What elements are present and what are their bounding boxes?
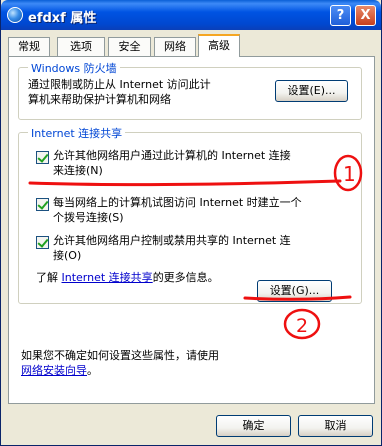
firewall-description-line1: 通过限制或防止从 Internet 访问此计 <box>28 78 211 91</box>
allow-sharing-label-line1: 允许其他网络用户通过此计算机的 Internet 连接 <box>53 149 291 162</box>
tab-networking[interactable]: 网络 <box>154 37 196 56</box>
ics-settings-button[interactable]: 设置(G)... <box>257 280 332 302</box>
allow-control-label-line2: 接(O) <box>53 249 82 262</box>
tab-advanced[interactable]: 高级 <box>198 34 240 57</box>
firewall-description-line2: 算机来帮助保护计算机和网络 <box>28 93 171 106</box>
help-button[interactable]: ? <box>330 5 351 26</box>
firewall-settings-button[interactable]: 设置(E)... <box>275 80 348 102</box>
dial-on-demand-label-line2: 个拨号连接(S) <box>53 211 124 224</box>
ics-group: Internet 连接共享 允许其他网络用户通过此计算机的 Internet 连… <box>18 125 362 304</box>
dial-on-demand-label-line1: 每当网络上的计算机试图访问 Internet 时建立一个 <box>53 196 302 209</box>
network-connection-icon <box>7 7 23 23</box>
allow-sharing-label-line2: 来连接(N) <box>53 164 103 177</box>
window-title: efdxf 属性 <box>28 11 97 26</box>
advanced-tab-panel: Windows 防火墙 通过限制或防止从 Internet 访问此计 算机来帮助… <box>8 56 375 404</box>
footer-text: 如果您不确定如何设置这些属性，请使用 <box>21 349 219 362</box>
title-bar[interactable]: efdxf 属性 ? X <box>1 0 381 30</box>
close-button[interactable]: X <box>355 5 376 26</box>
dial-on-demand-checkbox[interactable] <box>36 198 49 211</box>
network-setup-wizard-link[interactable]: 网络安装向导 <box>21 364 87 377</box>
ics-help-link[interactable]: Internet 连接共享 <box>62 271 153 284</box>
allow-control-label-line1: 允许其他网络用户控制或禁用共享的 Internet 连 <box>53 234 291 247</box>
allow-sharing-checkbox[interactable] <box>36 151 49 164</box>
tab-options[interactable]: 选项 <box>57 37 105 56</box>
firewall-group: Windows 防火墙 通过限制或防止从 Internet 访问此计 算机来帮助… <box>18 60 362 120</box>
footer-period: 。 <box>87 364 98 377</box>
allow-control-checkbox[interactable] <box>36 236 49 249</box>
properties-dialog: efdxf 属性 ? X 常规 选项 安全 网络 高级 Windows 防火墙 … <box>0 0 382 446</box>
tab-general[interactable]: 常规 <box>8 37 50 56</box>
learn-more-suffix: 的更多信息。 <box>152 271 219 284</box>
tab-security[interactable]: 安全 <box>108 37 151 56</box>
learn-more-prefix: 了解 <box>36 271 62 284</box>
ok-button[interactable]: 确定 <box>216 415 291 437</box>
cancel-button[interactable]: 取消 <box>298 415 373 437</box>
footer-wizard-line: 网络安装向导。 <box>21 363 221 378</box>
ics-group-title: Internet 连接共享 <box>28 125 126 141</box>
firewall-group-title: Windows 防火墙 <box>28 60 120 76</box>
